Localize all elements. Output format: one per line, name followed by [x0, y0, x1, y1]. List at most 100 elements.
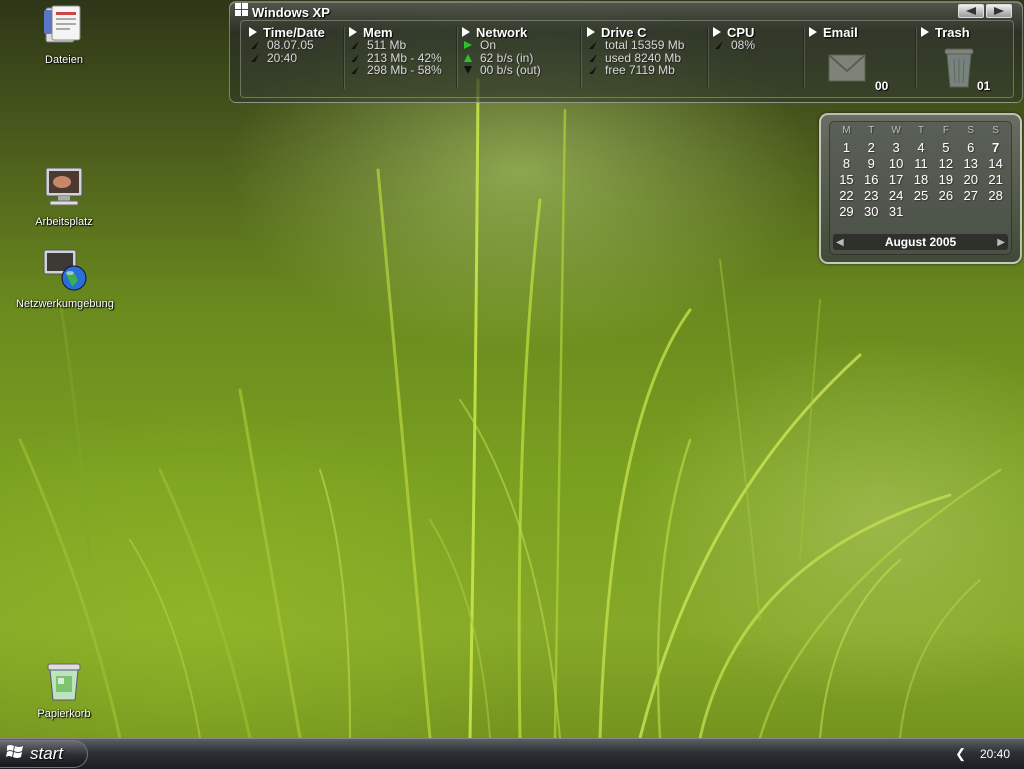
- calendar-day[interactable]: 10: [884, 156, 909, 172]
- folder-documents-icon: [40, 2, 88, 50]
- arrow-up-icon: [249, 39, 261, 51]
- divider: [707, 27, 708, 89]
- calendar-day[interactable]: 21: [983, 172, 1008, 188]
- calendar-empty-cell: [909, 204, 934, 220]
- time-value: 20:40: [267, 50, 298, 65]
- calendar-next-month-button[interactable]: ▶: [994, 237, 1008, 248]
- next-button[interactable]: [986, 4, 1012, 18]
- desktop-icon-dateien[interactable]: Dateien: [16, 2, 112, 66]
- calendar-day[interactable]: 12: [933, 156, 958, 172]
- section-drive-c[interactable]: Drive C total 15359 Mb used 8240 Mb free…: [587, 25, 705, 91]
- section-title: Email: [823, 24, 858, 40]
- calendar-day[interactable]: 28: [983, 188, 1008, 204]
- arrow-left-icon: [966, 2, 976, 20]
- desktop-icon-label: Arbeitsplatz: [35, 216, 93, 228]
- mem-free: 298 Mb - 58%: [367, 63, 442, 78]
- arrow-up-icon: [349, 52, 361, 64]
- trash-count: 01: [977, 79, 991, 93]
- calendar-prev-month-button[interactable]: ◀: [833, 237, 847, 248]
- calendar-day[interactable]: 15: [834, 172, 859, 188]
- computer-icon: [40, 164, 88, 212]
- expand-arrow-icon: [587, 27, 595, 37]
- calendar-day[interactable]: 13: [958, 156, 983, 172]
- network-out: 00 b/s (out): [480, 63, 541, 78]
- sysbar-panel: Time/Date 08.07.05 20:40 Mem 511 Mb 213 …: [240, 20, 1014, 98]
- section-network[interactable]: Network On 62 b/s (in) 00 b/s (out): [462, 25, 574, 91]
- calendar-day[interactable]: 30: [859, 204, 884, 220]
- arrow-up-icon: [587, 64, 599, 76]
- envelope-icon: [825, 45, 869, 89]
- calendar-day[interactable]: 25: [909, 188, 934, 204]
- calendar-empty-cell: [983, 204, 1008, 220]
- trash-can-icon: [937, 45, 981, 89]
- section-email[interactable]: Email 00: [809, 24, 913, 93]
- section-title: CPU: [727, 24, 755, 40]
- divider: [915, 27, 916, 89]
- calendar-empty-cell: [933, 204, 958, 220]
- calendar-day[interactable]: 22: [834, 188, 859, 204]
- section-title: Mem: [363, 24, 393, 40]
- wallpaper-grass: [18, 78, 1002, 738]
- section-title: Time/Date: [263, 24, 325, 40]
- taskbar-clock[interactable]: 20:40: [980, 747, 1010, 761]
- tray-expand-chevron-icon[interactable]: ❮: [955, 746, 966, 762]
- calendar-day[interactable]: 7: [983, 140, 1008, 156]
- desktop-icon-arbeitsplatz[interactable]: Arbeitsplatz: [16, 164, 112, 228]
- expand-arrow-icon: [809, 27, 817, 37]
- calendar-day[interactable]: 26: [933, 188, 958, 204]
- start-button[interactable]: start: [0, 740, 88, 768]
- sysbar-nav-buttons: [958, 4, 1012, 18]
- system-monitor-bar: Windows XP Time/Date 08.07.05 20:40 Mem …: [229, 1, 1023, 103]
- calendar-day[interactable]: 24: [884, 188, 909, 204]
- desktop-icon-label: Papierkorb: [37, 708, 91, 720]
- calendar-day[interactable]: 1: [834, 140, 859, 156]
- calendar-month-label: August 2005: [884, 235, 957, 249]
- calendar-day[interactable]: 31: [884, 204, 909, 220]
- expand-arrow-icon: [249, 27, 257, 37]
- section-time-date[interactable]: Time/Date 08.07.05 20:40: [249, 25, 341, 91]
- drive-free: free 7119 Mb: [605, 63, 675, 78]
- calendar-day[interactable]: 9: [859, 156, 884, 172]
- calendar-day[interactable]: 27: [958, 188, 983, 204]
- calendar-day[interactable]: 8: [834, 156, 859, 172]
- calendar-day[interactable]: 11: [909, 156, 934, 172]
- windows-flag-icon: [6, 743, 24, 766]
- play-green-icon: [462, 39, 474, 51]
- windows-logo-icon: [235, 3, 248, 21]
- calendar-day[interactable]: 18: [909, 172, 934, 188]
- section-memory[interactable]: Mem 511 Mb 213 Mb - 42% 298 Mb - 58%: [349, 25, 453, 91]
- weekday-label: S: [992, 125, 999, 136]
- calendar-day[interactable]: 29: [834, 204, 859, 220]
- divider: [343, 27, 344, 89]
- calendar-day[interactable]: 14: [983, 156, 1008, 172]
- sysbar-titlebar: Windows XP: [235, 3, 330, 21]
- section-cpu[interactable]: CPU 08%: [713, 25, 797, 91]
- calendar-grid: M T W T F S S 1 2 3 4 5 6 7 8 9 10 11 12 13 14 15 16 17 1…: [834, 124, 1008, 220]
- calendar-day[interactable]: 5: [933, 140, 958, 156]
- calendar-week-row: 8 9 10 11 12 13 14: [834, 156, 1008, 172]
- calendar-day[interactable]: 19: [933, 172, 958, 188]
- calendar-day[interactable]: 6: [958, 140, 983, 156]
- section-trash[interactable]: Trash 01: [921, 25, 1009, 93]
- previous-button[interactable]: [958, 4, 984, 18]
- system-tray: ❮ 20:40: [955, 739, 1024, 769]
- desktop-icon-papierkorb[interactable]: Papierkorb: [16, 656, 112, 720]
- weekday-label: M: [842, 125, 851, 136]
- desktop-icon-label: Dateien: [45, 54, 83, 66]
- calendar-day[interactable]: 17: [884, 172, 909, 188]
- arrow-up-icon: [587, 52, 599, 64]
- calendar-day[interactable]: 3: [884, 140, 909, 156]
- expand-arrow-icon: [713, 27, 721, 37]
- calendar-day[interactable]: 16: [859, 172, 884, 188]
- calendar-day[interactable]: 4: [909, 140, 934, 156]
- arrow-up-icon: [587, 39, 599, 51]
- calendar-day[interactable]: 20: [958, 172, 983, 188]
- calendar-day[interactable]: 23: [859, 188, 884, 204]
- calendar-day[interactable]: 2: [859, 140, 884, 156]
- email-count: 00: [875, 79, 889, 93]
- calendar-footer: ◀ August 2005 ▶: [833, 234, 1008, 250]
- desktop-icon-netzwerkumgebung[interactable]: Netzwerkumgebung: [16, 246, 114, 310]
- cpu-usage: 08%: [731, 38, 756, 53]
- expand-arrow-icon: [462, 27, 470, 37]
- sysbar-title: Windows XP: [252, 4, 330, 20]
